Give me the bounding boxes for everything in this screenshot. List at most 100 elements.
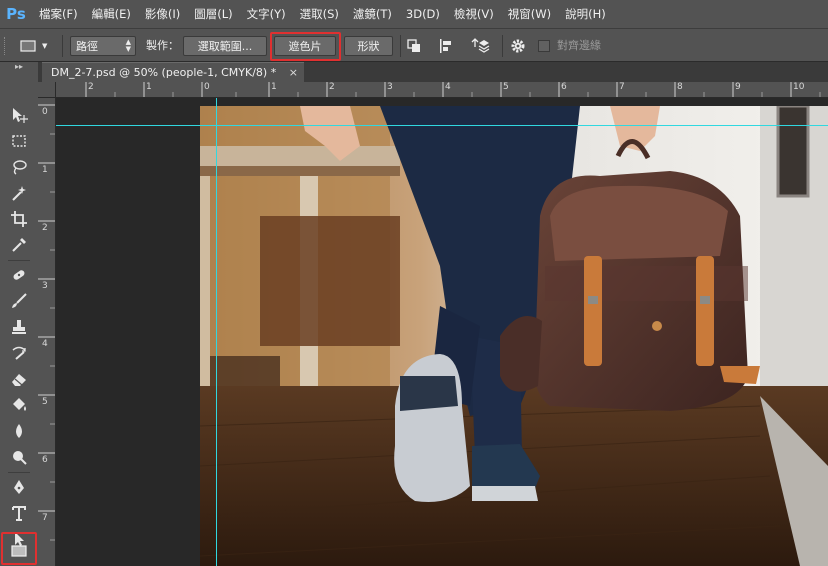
horizontal-ruler-ticks: [85, 82, 821, 97]
path-alignment-icon: [440, 39, 451, 53]
vertical-guide[interactable]: [216, 98, 217, 566]
droplet-icon: [16, 424, 22, 438]
paint-bucket-tool[interactable]: [4, 392, 34, 418]
rectangle-preset-icon: [20, 40, 36, 52]
path-operations-icon: [407, 39, 420, 52]
crop-icon: [11, 211, 27, 227]
ruler-label: 2: [42, 223, 48, 233]
eyedropper-tool[interactable]: [4, 232, 34, 258]
ruler-label: 3: [387, 82, 393, 92]
menu-help[interactable]: 說明(H): [558, 0, 613, 28]
close-icon[interactable]: ×: [289, 66, 298, 79]
menu-type[interactable]: 文字(Y): [240, 0, 293, 28]
document-photo: [200, 106, 828, 566]
eyedropper-icon: [12, 238, 26, 252]
ruler-label: 6: [42, 455, 48, 465]
lasso-icon: [13, 160, 27, 175]
document-tab-bar: DM_2-7.psd @ 50% (people-1, CMYK/8) * ×: [38, 62, 828, 82]
ruler-origin[interactable]: [38, 82, 56, 98]
brush-icon: [12, 293, 27, 308]
dodge-tool[interactable]: [4, 444, 34, 470]
menu-layer[interactable]: 圖層(L): [187, 0, 239, 28]
path-operations-button[interactable]: [406, 36, 430, 56]
horizontal-guide[interactable]: [56, 125, 828, 126]
ruler-label: 5: [42, 397, 48, 407]
ruler-label: 4: [445, 82, 451, 92]
path-arrangement-button[interactable]: [470, 36, 496, 56]
vertical-ruler[interactable]: 0 1 2 3 4 5 6 7: [38, 98, 56, 566]
ruler-label: 6: [561, 82, 567, 92]
tool-separator: [8, 472, 30, 473]
move-icon: [13, 108, 28, 123]
path-arrangement-icon: [471, 38, 490, 53]
magic-wand-tool[interactable]: [4, 180, 34, 206]
eraser-tool[interactable]: [4, 366, 34, 392]
menu-bar: Ps 檔案(F) 編輯(E) 影像(I) 圖層(L) 文字(Y) 選取(S) 濾…: [0, 0, 828, 28]
menu-window[interactable]: 視窗(W): [501, 0, 558, 28]
tool-mode-value: 路徑: [76, 40, 98, 53]
tools-dock: ▸▸: [0, 62, 38, 566]
chevron-down-icon: ▼: [42, 42, 48, 50]
paint-bucket-icon: [13, 398, 26, 411]
pen-tool[interactable]: [4, 474, 34, 500]
brush-tool[interactable]: [4, 288, 34, 314]
eraser-icon: [12, 374, 26, 386]
options-grip: [4, 37, 7, 55]
ruler-label: 5: [503, 82, 509, 92]
history-brush-icon: [12, 346, 26, 360]
separator: [400, 35, 401, 57]
ruler-label: 3: [42, 281, 48, 291]
type-tool[interactable]: [4, 500, 34, 526]
menu-select[interactable]: 選取(S): [293, 0, 346, 28]
healing-brush-tool[interactable]: [4, 262, 34, 288]
menu-view[interactable]: 檢視(V): [447, 0, 501, 28]
menu-image[interactable]: 影像(I): [138, 0, 187, 28]
document-tab-title: DM_2-7.psd @ 50% (people-1, CMYK/8) *: [51, 66, 277, 79]
stamp-icon: [12, 320, 26, 334]
ruler-label: 7: [619, 82, 625, 92]
gear-icon: [511, 39, 525, 53]
tool-separator: [8, 260, 30, 261]
make-shape-button[interactable]: 形狀: [344, 36, 393, 56]
align-edges-label: 對齊邊緣: [557, 39, 601, 52]
lasso-tool[interactable]: [4, 154, 34, 180]
align-edges-checkbox[interactable]: [538, 40, 550, 52]
type-icon: [12, 506, 26, 521]
ruler-label: 4: [42, 339, 48, 349]
path-alignment-button[interactable]: [438, 36, 462, 56]
menu-file[interactable]: 檔案(F): [32, 0, 85, 28]
make-selection-button[interactable]: 選取範圍...: [183, 36, 267, 56]
horizontal-ruler[interactable]: 2 1 0 1 2 3 4 5 6 7 8 9 10: [56, 82, 828, 98]
marquee-tool[interactable]: [4, 128, 34, 154]
blur-tool[interactable]: [4, 418, 34, 444]
mask-button-highlight: [270, 32, 341, 61]
clone-stamp-tool[interactable]: [4, 314, 34, 340]
separator: [62, 35, 63, 57]
move-tool[interactable]: [4, 102, 34, 128]
crop-tool[interactable]: [4, 206, 34, 232]
pen-nib-icon: [14, 480, 24, 494]
ruler-label: 9: [735, 82, 741, 92]
menu-filter[interactable]: 濾鏡(T): [346, 0, 399, 28]
history-brush-tool[interactable]: [4, 340, 34, 366]
ruler-label: 7: [42, 513, 48, 523]
collapse-arrows-icon[interactable]: ▸▸: [0, 62, 38, 74]
menu-edit[interactable]: 編輯(E): [85, 0, 138, 28]
ruler-label: 8: [677, 82, 683, 92]
menu-3d[interactable]: 3D(D): [399, 0, 447, 28]
tool-preset-picker[interactable]: ▼: [20, 36, 56, 56]
dodge-icon: [13, 451, 27, 465]
toolbox: [4, 76, 34, 566]
ruler-label: 2: [88, 82, 94, 92]
ruler-label: 0: [42, 107, 48, 117]
rectangle-tool-highlight: [1, 532, 37, 565]
separator: [502, 35, 503, 57]
canvas-area[interactable]: [56, 98, 828, 566]
marquee-icon: [12, 135, 26, 147]
geometry-options-button[interactable]: [510, 36, 532, 56]
tool-mode-select[interactable]: 路徑 ▲ ▼: [70, 36, 136, 56]
ruler-label: 1: [42, 165, 48, 175]
options-bar: ▼ 路徑 ▲ ▼ 製作： 選取範圍... 遮色片 形狀 對齊邊緣: [0, 28, 828, 62]
healing-bandage-icon: [13, 270, 25, 280]
document-tab[interactable]: DM_2-7.psd @ 50% (people-1, CMYK/8) * ×: [42, 62, 304, 82]
